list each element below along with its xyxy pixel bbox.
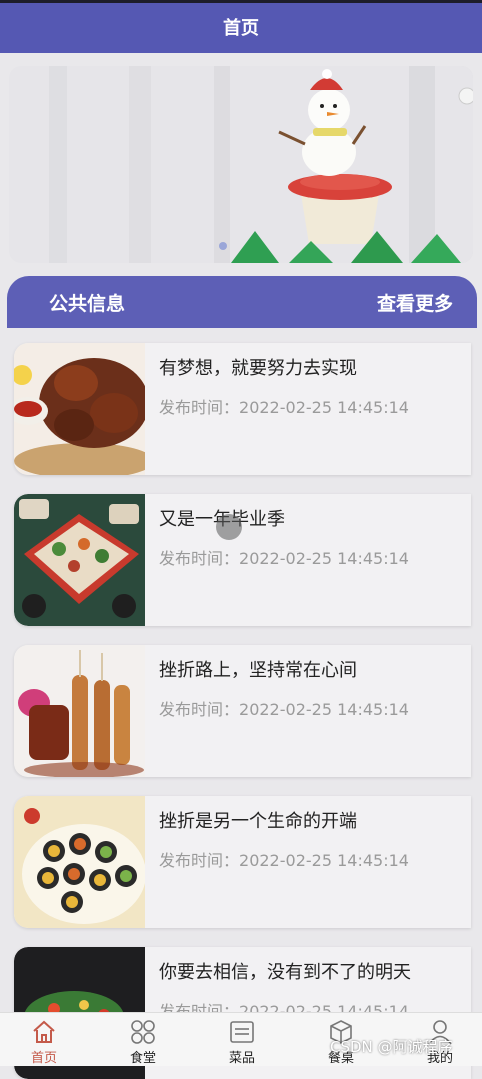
list-item[interactable]: 又是一年毕业季 发布时间：2022-02-25 14:45:14 <box>14 494 471 626</box>
post-title: 你要去相信，没有到不了的明天 <box>159 962 411 983</box>
post-time: 发布时间：2022-02-25 14:45:14 <box>159 549 409 568</box>
touch-cursor <box>216 514 242 540</box>
page-header: 首页 <box>0 0 482 53</box>
post-thumbnail <box>14 494 145 626</box>
tab-canteen[interactable]: 食堂 <box>103 1013 183 1066</box>
post-thumbnail <box>14 343 145 475</box>
view-more-link[interactable]: 查看更多 <box>377 289 453 316</box>
page-title: 首页 <box>223 18 259 39</box>
post-thumbnail <box>14 645 145 777</box>
post-title: 挫折路上，坚持常在心间 <box>159 660 357 681</box>
banner-carousel[interactable] <box>9 66 473 263</box>
tab-label: 首页 <box>30 1051 57 1066</box>
post-time: 发布时间：2022-02-25 14:45:14 <box>159 700 409 719</box>
public-info-header: 公共信息 查看更多 <box>7 276 477 328</box>
list-item[interactable]: 挫折路上，坚持常在心间 发布时间：2022-02-25 14:45:14 <box>14 645 471 777</box>
section-title: 公共信息 <box>49 293 126 315</box>
menu-icon <box>230 1021 254 1043</box>
grid-icon <box>131 1020 155 1044</box>
list-item[interactable]: 有梦想，就要努力去实现 发布时间：2022-02-25 14:45:14 <box>14 343 471 475</box>
home-icon <box>33 1020 55 1043</box>
tab-label: 菜品 <box>228 1051 255 1066</box>
tab-label: 食堂 <box>129 1051 156 1066</box>
watermark-text: CSDN @阿诚程序 <box>330 1038 453 1056</box>
post-title: 挫折是另一个生命的开端 <box>159 811 357 832</box>
post-time: 发布时间：2022-02-25 14:45:14 <box>159 398 409 417</box>
post-time: 发布时间：2022-02-25 14:45:14 <box>159 851 409 870</box>
tab-dishes[interactable]: 菜品 <box>202 1013 282 1066</box>
list-item[interactable]: 挫折是另一个生命的开端 发布时间：2022-02-25 14:45:14 <box>14 796 471 928</box>
post-title: 有梦想，就要努力去实现 <box>159 358 357 379</box>
carousel-indicator[interactable] <box>219 242 227 250</box>
post-thumbnail <box>14 796 145 928</box>
banner-image <box>9 66 473 263</box>
tab-home[interactable]: 首页 <box>4 1013 84 1066</box>
